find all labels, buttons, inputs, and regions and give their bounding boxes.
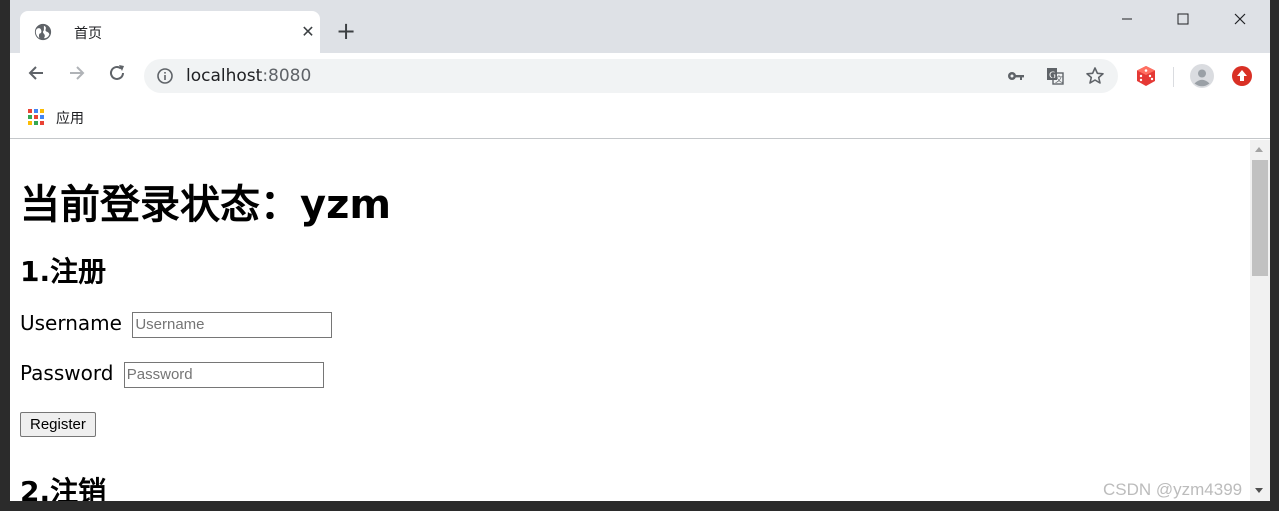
password-label: Password <box>20 361 114 385</box>
watermark: CSDN @yzm4399 <box>1103 480 1243 499</box>
scrollbar-thumb[interactable] <box>1252 160 1268 276</box>
toolbar-divider <box>1173 67 1174 87</box>
scroll-down-arrow-icon[interactable] <box>1255 488 1263 493</box>
section-logout-title: 2.注销 <box>20 475 107 501</box>
bookmarks-bar: 应用 <box>10 99 1270 139</box>
close-icon <box>1234 13 1246 25</box>
back-button[interactable] <box>24 63 48 87</box>
avatar[interactable] <box>1190 64 1214 88</box>
username-label: Username <box>20 311 122 335</box>
key-icon[interactable] <box>1006 66 1026 86</box>
minimize-icon <box>1122 18 1132 20</box>
star-icon[interactable] <box>1085 66 1105 86</box>
update-icon[interactable] <box>1230 64 1254 88</box>
tab-home[interactable]: 首页 ✕ <box>20 11 320 53</box>
password-input[interactable] <box>123 361 324 388</box>
username-row: Username <box>20 311 333 338</box>
address-bar[interactable]: localhost:8080 G文 <box>144 59 1118 93</box>
maximize-icon <box>1177 13 1189 25</box>
globe-icon <box>34 23 52 41</box>
arrow-left-icon <box>28 66 43 80</box>
ide-background-strip <box>0 0 10 511</box>
new-tab-button[interactable]: + <box>334 19 358 44</box>
arrow-right-icon <box>70 66 85 80</box>
reload-icon <box>110 65 124 80</box>
username-input[interactable] <box>132 311 333 338</box>
register-button[interactable]: Register <box>20 412 96 437</box>
tab-close-button[interactable]: ✕ <box>298 22 318 42</box>
desktop-background-bottom <box>0 501 1279 511</box>
section-register-title: 1.注册 <box>20 255 107 288</box>
dice-extension-icon[interactable] <box>1134 64 1158 88</box>
reload-button[interactable] <box>105 63 129 87</box>
browser-window: 首页 ✕ + localhost:8080 G 文 应用 当前登录状态：yzm … <box>10 0 1270 501</box>
tab-strip: 首页 ✕ + <box>10 0 1270 53</box>
tab-title: 首页 <box>74 26 102 42</box>
forward-button[interactable] <box>65 63 89 87</box>
desktop-background-right <box>1270 0 1279 511</box>
browser-toolbar: localhost:8080 G文 <box>10 53 1270 99</box>
translate-icon[interactable]: G文 <box>1045 66 1065 86</box>
apps-grid-icon[interactable] <box>27 108 45 126</box>
scroll-up-arrow-icon[interactable] <box>1255 147 1263 152</box>
password-row: Password <box>20 361 324 388</box>
svg-text:文: 文 <box>1055 74 1063 84</box>
minimize-button[interactable] <box>1104 6 1150 34</box>
scrollbar[interactable] <box>1250 140 1270 501</box>
maximize-button[interactable] <box>1160 6 1206 34</box>
window-close-button[interactable] <box>1217 6 1263 34</box>
bookmark-apps[interactable]: 应用 <box>56 108 84 128</box>
info-icon[interactable] <box>156 67 174 85</box>
page-content: 当前登录状态：yzm 1.注册 Username Password Regist… <box>10 140 1250 501</box>
url-text: localhost:8080 <box>186 66 311 86</box>
page-title: 当前登录状态：yzm <box>20 182 392 228</box>
url-port: :8080 <box>262 66 312 86</box>
url-host: localhost <box>186 66 263 86</box>
